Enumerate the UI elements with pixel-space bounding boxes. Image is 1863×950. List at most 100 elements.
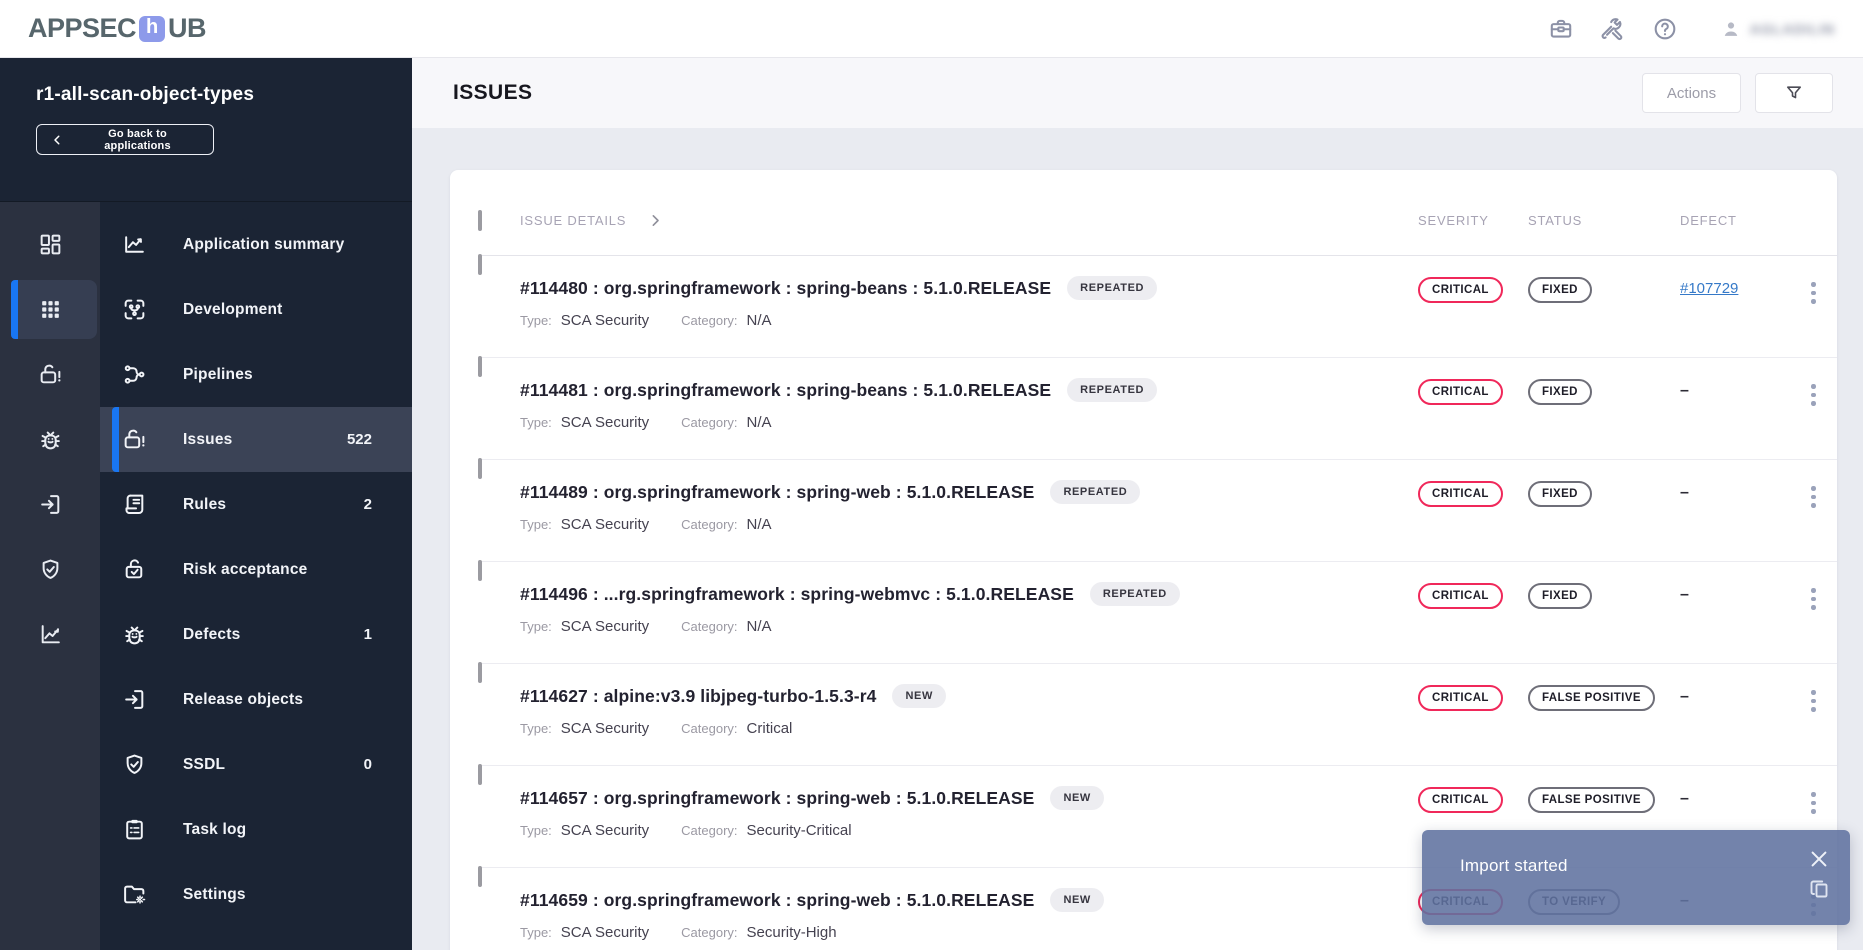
row-menu-kebab-icon[interactable]: [1809, 688, 1818, 765]
sidebar-item-task-log[interactable]: Task log: [100, 797, 412, 862]
rail-item-release[interactable]: [0, 472, 100, 537]
defect-empty-dash: –: [1680, 382, 1689, 399]
issue-state-badge: REPEATED: [1067, 276, 1158, 300]
tools-icon[interactable]: [1600, 16, 1626, 42]
close-icon[interactable]: [1808, 848, 1830, 870]
chevron-right-icon[interactable]: [1168, 484, 1184, 500]
rail-item-dashboard[interactable]: [0, 212, 100, 277]
status-badge: FALSE POSITIVE: [1528, 685, 1655, 711]
chevron-left-icon: [51, 134, 63, 146]
dashboard-icon: [38, 232, 63, 257]
issue-title[interactable]: #114659 : org.springframework : spring-w…: [520, 890, 1034, 911]
row-checkbox[interactable]: [478, 764, 482, 785]
table-header-row: ISSUE DETAILS SEVERITY STATUS DEFECT: [478, 170, 1837, 256]
issue-title[interactable]: #114627 : alpine:v3.9 libjpeg-turbo-1.5.…: [520, 686, 876, 707]
status-badge: FIXED: [1528, 277, 1592, 303]
help-icon[interactable]: [1652, 16, 1678, 42]
filter-button[interactable]: [1755, 73, 1833, 113]
development-icon: [122, 297, 147, 322]
sidebar-item-label: Task log: [183, 820, 247, 838]
severity-badge: CRITICAL: [1418, 481, 1503, 507]
issue-row: #114481 : org.springframework : spring-b…: [478, 356, 1837, 460]
defect-empty-dash: –: [1680, 790, 1689, 807]
user-menu[interactable]: AGLADILIN: [1720, 18, 1835, 40]
severity-badge: CRITICAL: [1418, 685, 1503, 711]
chevron-right-icon[interactable]: [1185, 382, 1201, 398]
apps-grid-icon: [38, 297, 63, 322]
sidebar-item-release-objects[interactable]: Release objects: [100, 667, 412, 732]
sidebar-item-label: Development: [183, 300, 283, 318]
rail-item-bug[interactable]: [0, 407, 100, 472]
severity-badge: CRITICAL: [1418, 787, 1503, 813]
toolbox-icon[interactable]: [1548, 16, 1574, 42]
issue-title[interactable]: #114657 : org.springframework : spring-w…: [520, 788, 1034, 809]
sidebar-item-count: 1: [363, 626, 372, 643]
category-label: Category:: [681, 619, 738, 634]
sidebar-item-label: Application summary: [183, 235, 345, 253]
row-menu-kebab-icon[interactable]: [1809, 586, 1818, 663]
row-checkbox[interactable]: [478, 458, 482, 479]
sidebar-item-ssdl[interactable]: SSDL 0: [100, 732, 412, 797]
defect-empty-dash: –: [1680, 688, 1689, 705]
status-badge: FALSE POSITIVE: [1528, 787, 1655, 813]
chevron-right-icon[interactable]: [1208, 586, 1224, 602]
sidebar-item-application-summary[interactable]: Application summary: [100, 212, 412, 277]
rail-item-lock-alert[interactable]: [0, 342, 100, 407]
type-label: Type:: [520, 415, 552, 430]
defect-link[interactable]: #107729: [1680, 280, 1738, 297]
chevron-right-icon[interactable]: [1185, 280, 1201, 296]
sidebar-item-risk-acceptance[interactable]: Risk acceptance: [100, 537, 412, 602]
toast-message: Import started: [1460, 856, 1568, 875]
rail-item-chart[interactable]: [0, 602, 100, 667]
main-area: ISSUES Actions ISSUE DETAILS SEVERITY ST…: [412, 58, 1863, 950]
issue-row: #114489 : org.springframework : spring-w…: [478, 458, 1837, 562]
row-checkbox[interactable]: [478, 254, 482, 275]
type-value: SCA Security: [560, 618, 650, 635]
category-label: Category:: [681, 721, 738, 736]
issue-title[interactable]: #114481 : org.springframework : spring-b…: [520, 380, 1051, 401]
issue-title[interactable]: #114480 : org.springframework : spring-b…: [520, 278, 1051, 299]
actions-button[interactable]: Actions: [1642, 73, 1741, 113]
rail-item-apps-grid[interactable]: [0, 277, 100, 342]
rail-item-shield-check[interactable]: [0, 537, 100, 602]
filter-icon: [1784, 83, 1804, 103]
shield-check-icon: [122, 752, 147, 777]
release-icon: [122, 687, 147, 712]
issue-title[interactable]: #114489 : org.springframework : spring-w…: [520, 482, 1034, 503]
row-checkbox[interactable]: [478, 866, 482, 887]
sidebar-item-development[interactable]: Development: [100, 277, 412, 342]
chevron-right-icon[interactable]: [1132, 892, 1148, 908]
select-all-checkbox[interactable]: [478, 209, 482, 231]
project-block: r1-all-scan-object-types Go back to appl…: [0, 58, 412, 202]
row-menu-kebab-icon[interactable]: [1809, 382, 1818, 459]
chevron-right-icon[interactable]: [974, 688, 990, 704]
sidebar-item-pipelines[interactable]: Pipelines: [100, 342, 412, 407]
type-label: Type:: [520, 925, 552, 940]
row-checkbox[interactable]: [478, 560, 482, 581]
issue-state-badge: NEW: [1050, 888, 1104, 912]
severity-badge: CRITICAL: [1418, 583, 1503, 609]
chevron-right-icon[interactable]: [648, 213, 663, 228]
sidebar-item-issues[interactable]: Issues 522: [100, 407, 412, 472]
row-menu-kebab-icon[interactable]: [1809, 280, 1818, 357]
category-label: Category:: [681, 517, 738, 532]
row-checkbox[interactable]: [478, 662, 482, 683]
issue-title[interactable]: #114496 : ...rg.springframework : spring…: [520, 584, 1074, 605]
user-name: AGLADILIN: [1749, 20, 1835, 37]
back-to-applications-button[interactable]: Go back to applications: [36, 124, 214, 155]
sidebar-item-settings[interactable]: Settings: [100, 862, 412, 927]
row-checkbox[interactable]: [478, 356, 482, 377]
status-badge: FIXED: [1528, 583, 1592, 609]
status-badge: FIXED: [1528, 481, 1592, 507]
sidebar-item-defects[interactable]: Defects 1: [100, 602, 412, 667]
category-value: Security-High: [746, 924, 837, 941]
category-value: Security-Critical: [746, 822, 852, 839]
sidebar-item-rules[interactable]: Rules 2: [100, 472, 412, 537]
page-header: ISSUES Actions: [412, 58, 1863, 128]
category-value: N/A: [746, 516, 772, 533]
chevron-right-icon[interactable]: [1132, 790, 1148, 806]
sidebar-item-count: 2: [363, 496, 372, 513]
row-menu-kebab-icon[interactable]: [1809, 484, 1818, 561]
sidebar-item-label: Release objects: [183, 690, 304, 708]
copy-icon[interactable]: [1808, 878, 1832, 902]
